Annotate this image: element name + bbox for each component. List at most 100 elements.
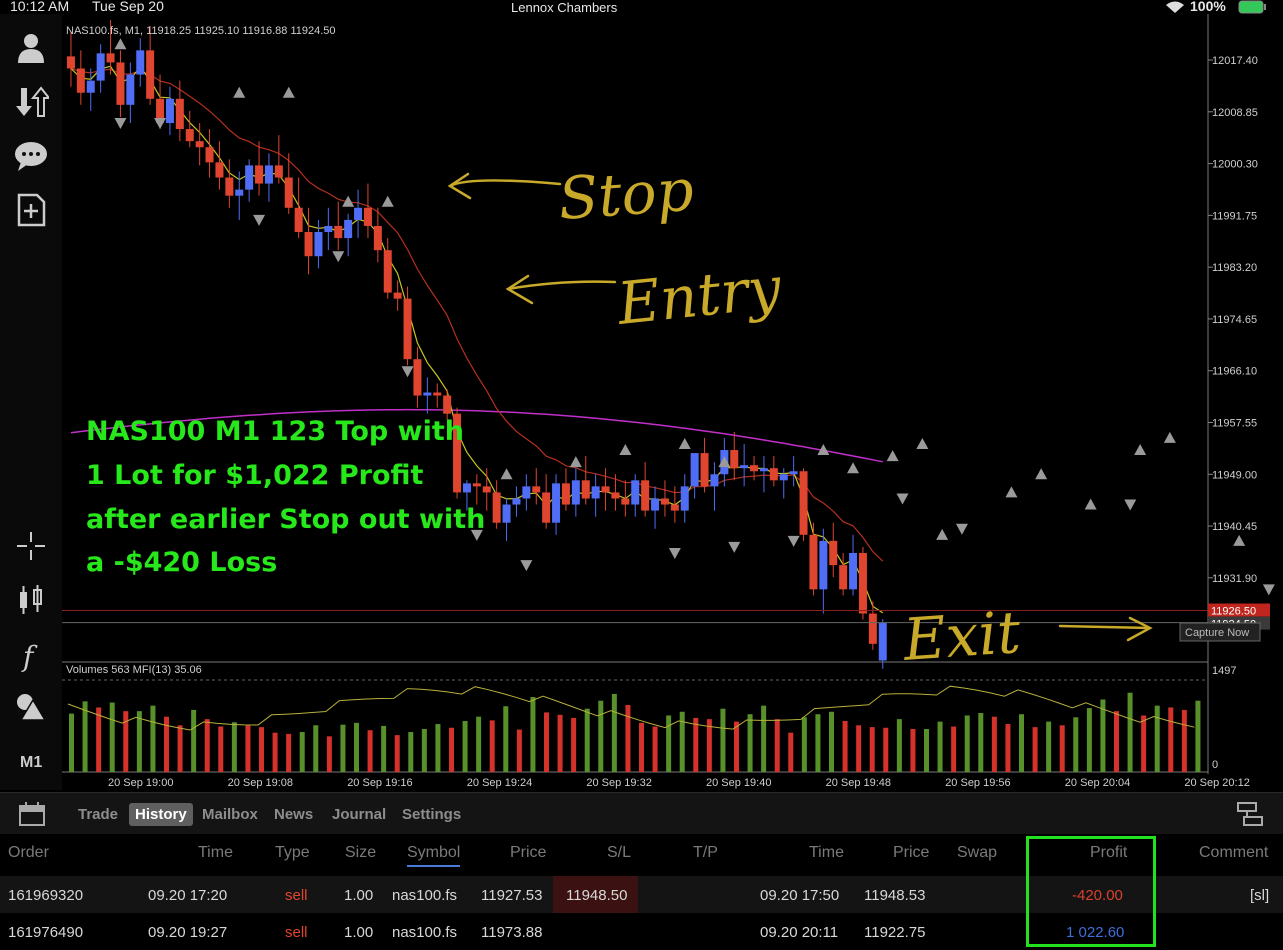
volume-bar <box>449 727 454 772</box>
candle-body <box>611 492 620 499</box>
volume-axis-max: 1497 <box>1212 665 1236 677</box>
volume-bar <box>421 728 427 772</box>
overlay-line-3: after earlier Stop out with <box>86 504 485 535</box>
candle-body <box>819 540 828 590</box>
tab-journal[interactable]: Journal <box>326 803 392 826</box>
row-comment: [sl] <box>1250 887 1270 904</box>
price-axis-label: 11940.45 <box>1212 521 1257 533</box>
candle-body <box>96 53 105 81</box>
col-swap[interactable]: Swap <box>957 844 997 862</box>
col-time[interactable]: Time <box>198 844 233 862</box>
candle-body <box>878 622 887 661</box>
capture-now-label: Capture Now <box>1185 627 1249 639</box>
volume-bar <box>1005 724 1011 772</box>
candle-body <box>373 225 382 251</box>
candle-body <box>255 165 264 184</box>
price-axis-label: 12000.30 <box>1212 159 1258 171</box>
volume-bar <box>557 714 563 772</box>
col-tp[interactable]: T/P <box>693 844 718 862</box>
col-price[interactable]: Price <box>510 844 546 862</box>
col-type[interactable]: Type <box>275 844 310 862</box>
volume-bar <box>734 721 739 772</box>
price-axis-label: 11931.90 <box>1212 573 1257 585</box>
fractal-down-marker <box>1262 584 1275 596</box>
candle-body <box>779 474 788 481</box>
volume-bar <box>150 705 156 772</box>
volume-bar <box>1032 727 1038 772</box>
time-axis-label: 20 Sep 19:00 <box>108 777 173 789</box>
candle-body <box>274 165 283 178</box>
volume-bar <box>1019 714 1024 772</box>
tab-mailbox[interactable]: Mailbox <box>196 803 264 826</box>
volume-bar <box>326 736 332 772</box>
candle-body <box>185 129 194 142</box>
row-close-time: 09.20 20:11 <box>760 924 839 941</box>
volume-bar <box>611 693 617 772</box>
candle-body <box>759 468 768 472</box>
candle-body <box>769 468 778 481</box>
col-symbol[interactable]: Symbol <box>407 844 461 867</box>
time-axis-label: 20 Sep 20:04 <box>1065 777 1130 789</box>
volume-bar <box>761 705 767 772</box>
volume-bar <box>910 728 916 772</box>
volume-bar <box>571 717 577 772</box>
volume-bar <box>1046 721 1052 772</box>
volume-bar <box>544 712 549 772</box>
status-time: 10:12 AM <box>10 0 70 14</box>
volume-bar <box>625 705 631 772</box>
candle-body <box>86 80 95 93</box>
col-size[interactable]: Size <box>345 844 376 862</box>
volume-bar <box>1114 711 1119 772</box>
price-axis-label: 11966.10 <box>1212 366 1257 378</box>
tab-news[interactable]: News <box>268 803 319 826</box>
fractal-up-marker <box>1233 534 1246 546</box>
candle-body <box>700 453 709 487</box>
calendar-icon[interactable] <box>18 801 46 827</box>
candle-body <box>750 465 759 472</box>
volume-bar <box>286 733 292 772</box>
col-close-price[interactable]: Price <box>893 844 929 862</box>
layout-toggle-icon[interactable] <box>1236 801 1264 827</box>
candle-body <box>581 480 590 499</box>
account-name: Lennox Chambers <box>511 0 618 15</box>
tab-settings[interactable]: Settings <box>396 803 467 826</box>
candle-body <box>225 177 234 196</box>
stop-level-value: 11926.50 <box>1211 606 1256 618</box>
candle-body <box>631 480 640 505</box>
col-sl[interactable]: S/L <box>607 844 631 862</box>
time-axis-label: 20 Sep 19:08 <box>228 777 293 789</box>
volume-bar <box>530 697 536 772</box>
volume-bar <box>367 730 373 772</box>
col-order[interactable]: Order <box>8 844 49 862</box>
volume-indicator-line: Volumes 563 MFI(13) 35.06 <box>66 664 202 676</box>
volume-axis-min: 0 <box>1212 759 1218 771</box>
volume-bar <box>801 717 807 772</box>
col-close-time[interactable]: Time <box>809 844 844 862</box>
candle-body <box>710 474 719 487</box>
volume-bar <box>883 727 889 772</box>
volume-bar <box>476 716 482 772</box>
volume-bar <box>218 726 224 772</box>
volume-bar <box>123 711 129 772</box>
time-axis-label: 20 Sep 19:40 <box>706 777 771 789</box>
volume-bar <box>313 725 319 772</box>
candle-body <box>344 219 353 239</box>
candle-body <box>116 62 125 105</box>
candle-body <box>175 98 184 130</box>
volume-bar <box>177 725 183 772</box>
candle-body <box>443 395 452 414</box>
candle-body <box>304 232 313 257</box>
volume-bar <box>340 724 346 772</box>
volume-bar <box>1195 700 1201 772</box>
col-comment[interactable]: Comment <box>1199 844 1268 862</box>
candle-body <box>165 98 174 124</box>
price-chart[interactable]: 12017.40 12008.85 12000.30 11991.75 11983.20… <box>0 14 1283 792</box>
candle-body <box>334 225 343 239</box>
volume-bar <box>598 700 604 772</box>
candle-body <box>482 486 491 493</box>
tab-history[interactable]: History <box>129 803 193 826</box>
candle-body <box>809 534 818 590</box>
tab-trade[interactable]: Trade <box>72 803 124 826</box>
row-order: 161969320 <box>8 887 84 904</box>
candle-body <box>492 492 501 523</box>
